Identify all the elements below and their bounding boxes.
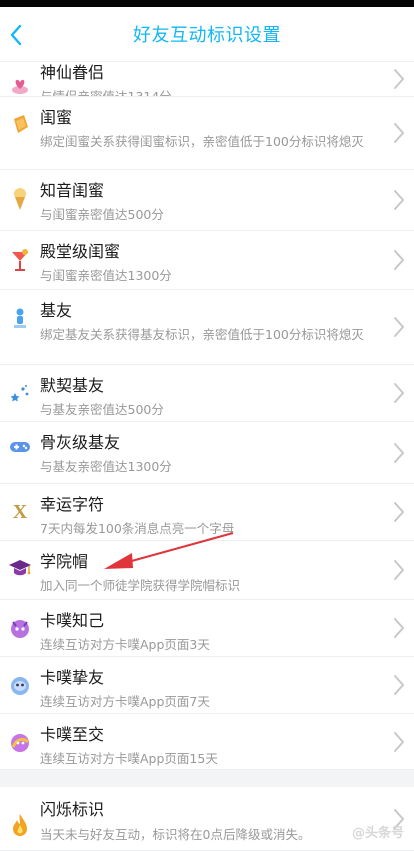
item-title: 骨灰级基友: [40, 433, 121, 452]
chevron-left-icon: [10, 24, 22, 45]
item-title: 卡噗至交: [40, 725, 105, 744]
item-title: 默契基友: [40, 376, 105, 395]
flash-desc: 当天未与好友互动，标识将在0点后降级或消失。: [40, 827, 311, 842]
heart-cake-icon: [0, 62, 40, 96]
section-gap: [0, 770, 414, 787]
list-item-guimi[interactable]: 闺蜜绑定闺蜜关系获得闺蜜标识，亲密值低于100分标识将熄灭: [0, 97, 414, 170]
list-item-xingyun[interactable]: X 幸运字符 7天内每发100条消息点亮一个字母: [0, 484, 414, 541]
item-title: 闺蜜: [40, 108, 73, 127]
item-desc: 7天内每发100条消息点亮一个字母: [40, 521, 235, 536]
item-desc: 连续互访对方卡噗App页面7天: [40, 694, 210, 709]
svg-text:X: X: [13, 501, 28, 522]
item-desc: 与基友亲密值达1300分: [40, 459, 172, 474]
list-item-jiyou[interactable]: 基友绑定基友关系获得基友标识，亲密值低于100分标识将熄灭: [0, 290, 414, 365]
item-title: 卡噗挚友: [40, 668, 105, 687]
chevron-right-icon: [392, 616, 406, 640]
chevron-right-icon: [392, 315, 406, 339]
chevron-right-icon: [392, 673, 406, 697]
list-item-guhui[interactable]: 骨灰级基友与基友亲密值达1300分: [0, 422, 414, 484]
flash-indicator-item[interactable]: 闪烁标识 当天未与好友互动，标识将在0点后降级或消失。: [0, 787, 414, 851]
item-desc: 连续互访对方卡噗App页面15天: [40, 751, 218, 766]
rainbow-blob-icon: [0, 714, 40, 754]
header: 好友互动标识设置: [0, 7, 414, 62]
chevron-right-icon: [392, 500, 406, 524]
item-desc: 与闺蜜亲密值达1300分: [40, 268, 172, 283]
flame-icon: [0, 799, 40, 838]
item-desc: 与基友亲密值达500分: [40, 402, 164, 417]
status-bar: [0, 0, 414, 7]
chevron-right-icon: [392, 381, 406, 405]
list-item-zhiji[interactable]: 卡噗知己连续互访对方卡噗App页面3天: [0, 600, 414, 657]
chevron-right-icon: [392, 730, 406, 754]
item-desc: 连续互访对方卡噗App页面3天: [40, 637, 210, 652]
golden-bag-icon: [0, 97, 40, 137]
list-item-xueyuanmao[interactable]: 学院帽加入同一个师徒学院获得学院帽标识: [0, 541, 414, 600]
list-item-zhiyou[interactable]: 卡噗挚友连续互访对方卡噗App页面7天: [0, 657, 414, 714]
item-desc: 加入同一个师徒学院获得学院帽标识: [40, 578, 241, 593]
chevron-right-icon: [392, 248, 406, 272]
list-item-diantang[interactable]: 殿堂级闺蜜与闺蜜亲密值达1300分: [0, 231, 414, 290]
chevron-right-icon: [392, 121, 406, 145]
cocktail-icon: [0, 231, 40, 273]
letter-x-icon: X: [0, 484, 40, 522]
list-item-moqi[interactable]: 默契基友与基友亲密值达500分: [0, 365, 414, 422]
list-item-zhiyin[interactable]: 知音闺蜜与闺蜜亲密值达500分: [0, 170, 414, 231]
list-item-shenxian[interactable]: 神仙眷侣与情侣亲密值达1314分: [0, 62, 414, 97]
figure-icon: [0, 290, 40, 330]
list-item-zhijiao[interactable]: 卡噗至交连续互访对方卡噗App页面15天: [0, 714, 414, 770]
item-desc: 与闺蜜亲密值达500分: [40, 207, 164, 222]
blue-blob-icon: [0, 657, 40, 697]
flash-title: 闪烁标识: [40, 800, 105, 819]
item-title: 神仙眷侣: [40, 63, 105, 82]
stars-icon: [0, 365, 40, 403]
page-title: 好友互动标识设置: [133, 25, 281, 46]
watermark: @头条号: [351, 826, 404, 841]
icecream-icon: [0, 170, 40, 212]
item-desc: 绑定基友关系获得基友标识，亲密值低于100分标识将熄灭: [40, 327, 364, 342]
chevron-right-icon: [392, 188, 406, 212]
chevron-right-icon: [392, 558, 406, 582]
chevron-right-icon: [392, 67, 406, 91]
item-title: 殿堂级闺蜜: [40, 242, 121, 261]
item-title: 学院帽: [40, 552, 89, 571]
item-desc: 绑定闺蜜关系获得闺蜜标识，亲密值低于100分标识将熄灭: [40, 134, 364, 149]
item-desc: 与情侣亲密值达1314分: [40, 89, 172, 97]
item-title: 知音闺蜜: [40, 181, 105, 200]
purple-blob-icon: [0, 600, 40, 640]
back-button[interactable]: [0, 7, 32, 62]
item-title: 卡噗知己: [40, 611, 105, 630]
gamepad-icon: [0, 422, 40, 456]
item-title: 幸运字符: [40, 495, 105, 514]
item-title: 基友: [40, 301, 73, 320]
chevron-right-icon: [392, 441, 406, 465]
graduation-cap-icon: [0, 541, 40, 579]
